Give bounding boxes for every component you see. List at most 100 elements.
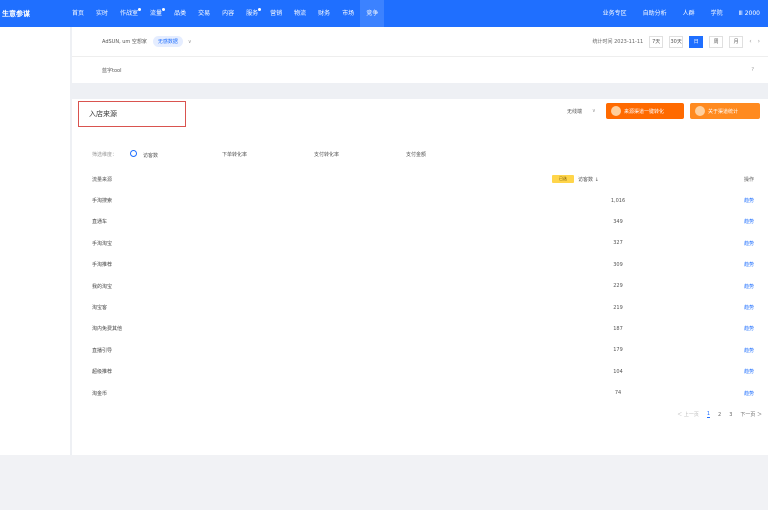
notice-text: 蓝字tool xyxy=(102,67,122,74)
prev-page-button[interactable]: ＜ 上一页 xyxy=(677,411,699,418)
nav-item[interactable]: 财务 xyxy=(312,0,336,27)
filter-option[interactable]: 支付金额 xyxy=(406,151,498,158)
row-visitors: 104 xyxy=(613,368,623,375)
row-trend-link[interactable]: 趋势 xyxy=(744,197,754,204)
nav-right-item[interactable]: 自助分析 xyxy=(635,0,675,27)
row-source: 我的淘宝 xyxy=(92,283,113,290)
table-header: 流量来源 已选 访客数 ↓ 操作 xyxy=(92,169,754,189)
row-source: 直通车 xyxy=(92,219,108,226)
device-select[interactable]: 无线端 xyxy=(567,108,582,115)
range-buttons: 7天 30天日周月 xyxy=(643,35,744,48)
bottom-band xyxy=(0,455,768,510)
nav-item[interactable]: 服务 xyxy=(240,0,264,27)
row-visitors: 327 xyxy=(613,240,623,247)
card-title: 入店来源 xyxy=(78,101,186,127)
header-source: 流量来源 xyxy=(92,176,113,183)
nav-item[interactable]: 流量 xyxy=(144,0,168,27)
filter-option[interactable]: 访客数 xyxy=(130,149,222,159)
table-row: 直通车 349 趋势 xyxy=(92,211,754,232)
pagination: ＜ 上一页 1 2 3 下一页 ＞ xyxy=(669,411,762,418)
convert-button-label: 来源渠道一键转化 xyxy=(624,108,665,115)
help-icon[interactable]: ? xyxy=(751,67,754,73)
date-range: 统计时间 2023-11-11 xyxy=(592,39,644,45)
nav-right-item[interactable]: 业务专区 xyxy=(595,0,635,27)
page-number[interactable]: 2 xyxy=(718,412,721,418)
row-trend-link[interactable]: 趋势 xyxy=(744,218,754,225)
table-row: 超级推荐 104 趋势 xyxy=(92,361,754,382)
brand-title[interactable]: 生意参谋 xyxy=(0,9,66,19)
main-content: AdSUN, um 空想家 无感数据 ∨ 统计时间 2023-11-11 7天 3… xyxy=(72,27,768,457)
range-button[interactable]: 周 xyxy=(709,35,724,48)
filter-label: 筛选维度： xyxy=(92,151,118,158)
row-visitors: 219 xyxy=(613,304,623,311)
filter-option-label: 下单转化率 xyxy=(222,151,248,158)
row-source: 淘宝客 xyxy=(92,305,108,311)
notice-bar: 蓝字tool ? xyxy=(72,57,768,83)
row-source: 手淘搜索 xyxy=(92,198,113,204)
table-row: 淘宝客 219 趋势 xyxy=(92,297,754,318)
table-row: 淘金币 74 趋势 xyxy=(92,383,754,404)
filter-option[interactable]: 下单转化率 xyxy=(222,151,314,158)
nav-item[interactable]: 内容 xyxy=(216,0,240,27)
filter-row: 筛选维度： 访客数 下单转化率 支付转化率 支付金额 xyxy=(92,147,758,161)
convert-button[interactable]: 来源渠道一键转化 xyxy=(606,103,684,119)
row-source: 淘金币 xyxy=(92,390,108,397)
main-nav: 首页 实时 作战室 流量 品类 交易 内容 服务 营销 物流 财务 市场 竞争 xyxy=(66,0,385,27)
page-number[interactable]: 3 xyxy=(729,412,732,418)
top-navbar: 生意参谋 首页 实时 作战室 流量 品类 交易 内容 服务 营销 物流 财务 市场 竞争 业务专区 自助分… xyxy=(0,0,768,27)
chevron-down-icon[interactable]: ∨ xyxy=(592,108,596,114)
prev-arrow-icon[interactable]: ‹ xyxy=(749,38,751,45)
row-trend-link[interactable]: 趋势 xyxy=(744,390,754,397)
nav-item[interactable]: 竞争 xyxy=(360,0,385,27)
nav-item[interactable]: 首页 xyxy=(66,0,90,27)
nav-item[interactable]: 市场 xyxy=(336,0,360,27)
nav-item[interactable]: 物流 xyxy=(288,0,312,27)
radio-icon[interactable] xyxy=(130,149,137,157)
nav-right-item[interactable]: Ⅲ 2000 xyxy=(731,0,768,27)
row-trend-link[interactable]: 趋势 xyxy=(744,240,754,247)
range-button[interactable]: 30天 xyxy=(669,35,684,48)
about-button-label: 关于渠道统计 xyxy=(708,108,739,115)
nav-right: 业务专区 自助分析 人群 学院 Ⅲ 2000 xyxy=(595,0,768,27)
next-arrow-icon[interactable]: › xyxy=(758,38,760,45)
row-trend-link[interactable]: 趋势 xyxy=(744,347,754,354)
row-trend-link[interactable]: 趋势 xyxy=(744,261,754,268)
shop-bar: AdSUN, um 空想家 无感数据 ∨ 统计时间 2023-11-11 7天 3… xyxy=(72,27,768,57)
table-row: 淘内免费其他 187 趋势 xyxy=(92,318,754,339)
header-visitors[interactable]: 访客数 ↓ xyxy=(578,176,618,183)
row-source: 手淘淘宝 xyxy=(92,240,113,247)
filter-option[interactable]: 支付转化率 xyxy=(314,151,406,158)
row-trend-link[interactable]: 趋势 xyxy=(744,304,754,311)
nav-item[interactable]: 营销 xyxy=(264,0,288,27)
nav-item[interactable]: 交易 xyxy=(192,0,216,27)
nav-right-item[interactable]: 人群 xyxy=(675,0,703,27)
nav-item[interactable]: 品类 xyxy=(168,0,192,27)
next-page-button[interactable]: 下一页 ＞ xyxy=(740,411,762,418)
header-action: 操作 xyxy=(743,176,754,183)
header-badge: 已选 xyxy=(552,175,574,183)
row-trend-link[interactable]: 趋势 xyxy=(744,325,754,332)
range-button[interactable]: 7天 xyxy=(649,35,664,48)
table-row: 我的淘宝 229 趋势 xyxy=(92,276,754,297)
row-trend-link[interactable]: 趋势 xyxy=(744,368,754,375)
shop-switch-chevron-icon[interactable]: ∨ xyxy=(188,39,192,45)
left-sidebar xyxy=(0,27,70,455)
nav-item[interactable]: 作战室 xyxy=(114,0,144,27)
filter-option-label: 支付金额 xyxy=(406,151,427,158)
nav-item[interactable]: 实时 xyxy=(90,0,114,27)
row-source: 淘内免费其他 xyxy=(92,326,123,333)
about-button[interactable]: 关于渠道统计 xyxy=(690,103,760,119)
page-number[interactable]: 1 xyxy=(706,411,711,418)
nav-right-item[interactable]: 学院 xyxy=(703,0,731,27)
shop-badge: 无感数据 xyxy=(152,36,183,47)
filter-option-label: 支付转化率 xyxy=(314,151,340,158)
row-visitors: 349 xyxy=(613,218,623,225)
row-visitors: 74 xyxy=(614,390,622,397)
filter-option-label: 访客数 xyxy=(143,152,159,159)
range-button[interactable]: 月 xyxy=(729,35,744,48)
card-header: 入店来源 无线端 ∨ 来源渠道一键转化 关于渠道统计 xyxy=(72,99,768,133)
row-source: 直播引导 xyxy=(92,347,113,354)
range-button[interactable]: 日 xyxy=(689,35,704,48)
row-visitors: 1,016 xyxy=(610,197,626,204)
row-trend-link[interactable]: 趋势 xyxy=(744,283,754,290)
